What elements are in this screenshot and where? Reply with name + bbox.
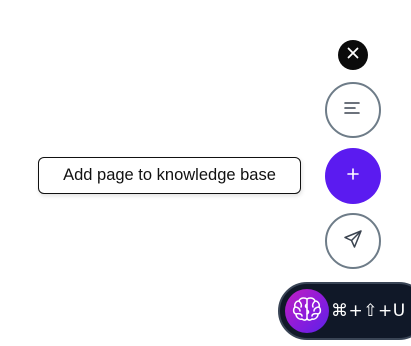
brain-badge [285,289,329,333]
send-button[interactable] [325,213,381,269]
send-icon [343,229,363,254]
plus-icon [347,167,359,185]
add-page-tooltip: Add page to knowledge base [38,157,301,194]
close-icon [347,46,359,64]
close-button[interactable] [338,40,368,70]
list-lines-icon [344,101,362,120]
shortcut-keys: ⌘+⇧+U [331,301,406,321]
summary-button[interactable] [325,82,381,138]
shortcut-pill[interactable]: ⌘+⇧+U [278,282,411,340]
brain-icon [292,296,322,327]
tooltip-text: Add page to knowledge base [63,166,276,184]
add-page-button[interactable] [325,148,381,204]
